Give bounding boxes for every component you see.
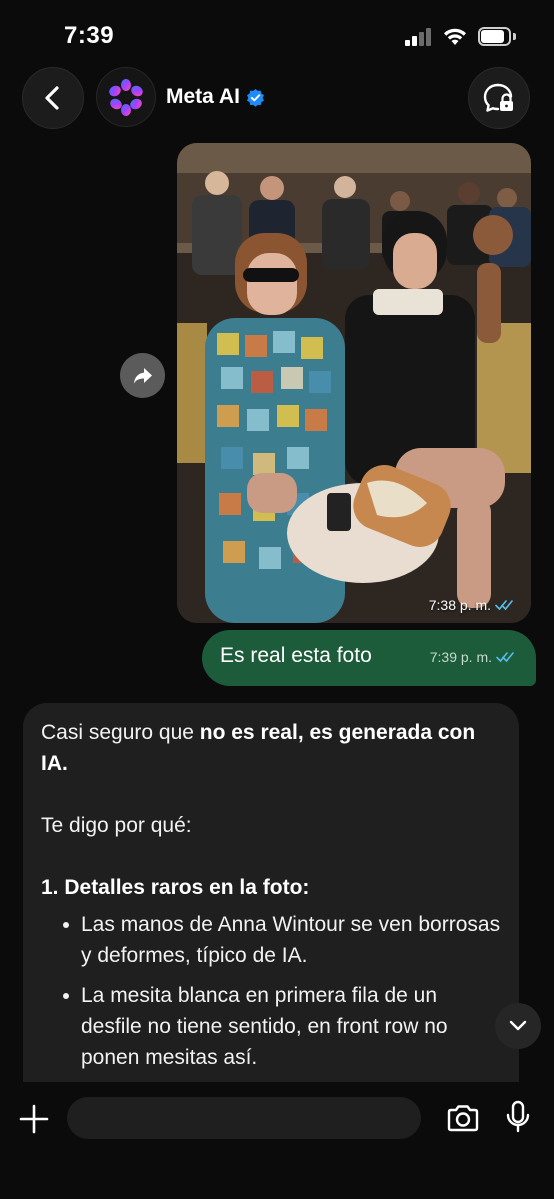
lock-chat-icon <box>483 83 513 112</box>
wifi-icon <box>444 28 466 45</box>
camera-icon <box>447 1105 479 1132</box>
meta-ai-logo-icon <box>109 79 143 116</box>
message-composer <box>0 1082 554 1199</box>
scroll-to-bottom-button[interactable] <box>495 1003 541 1049</box>
ai-intro: Casi seguro que no es real, es generada … <box>41 721 476 775</box>
contact-name: Meta AI <box>166 85 240 108</box>
microphone-button[interactable] <box>500 1097 536 1137</box>
chat-messages[interactable]: 7:38 p. m. Es real esta foto 7:39 p. m. … <box>0 140 554 1082</box>
ai-line-reason: Te digo por qué: <box>41 814 192 837</box>
sent-timestamp: 7:39 p. m. <box>430 649 516 665</box>
chevron-down-icon <box>509 1020 527 1031</box>
photo-timestamp: 7:38 p. m. <box>429 597 515 613</box>
battery-icon <box>478 27 516 46</box>
forward-arrow-icon <box>133 367 152 383</box>
attach-button[interactable] <box>14 1099 54 1139</box>
status-bar: 7:39 <box>0 0 554 66</box>
cellular-signal-icon <box>405 28 433 46</box>
back-button[interactable] <box>22 67 84 129</box>
ai-response-text: Casi seguro que no es real, es generada … <box>41 717 501 1073</box>
image-message[interactable]: 7:38 p. m. <box>177 143 531 623</box>
chat-header: Meta AI <box>0 66 554 130</box>
contact-title-area[interactable]: Meta AI <box>166 85 265 109</box>
list-item: La mesita blanca en primera fila de un d… <box>63 980 501 1073</box>
secure-chat-button[interactable] <box>468 67 530 129</box>
ai-response-message[interactable]: Casi seguro que no es real, es generada … <box>23 703 519 1082</box>
forward-button[interactable] <box>120 353 165 398</box>
microphone-icon <box>506 1100 530 1133</box>
camera-button[interactable] <box>444 1099 482 1137</box>
double-check-icon <box>495 600 513 611</box>
ai-section-title: 1. Detalles raros en la foto: <box>41 876 310 899</box>
fashion-show-photo <box>177 143 531 623</box>
message-input[interactable] <box>67 1097 421 1139</box>
double-check-icon <box>496 652 514 663</box>
sent-message[interactable]: Es real esta foto 7:39 p. m. <box>202 630 536 686</box>
list-item: Las manos de Anna Wintour se ven borrosa… <box>63 909 501 971</box>
plus-icon <box>19 1104 49 1134</box>
status-time: 7:39 <box>64 22 115 49</box>
sent-message-text: Es real esta foto <box>220 644 372 667</box>
ai-bullet-list: Las manos de Anna Wintour se ven borrosa… <box>41 909 501 1073</box>
meta-ai-avatar[interactable] <box>96 67 156 127</box>
chevron-left-icon <box>45 86 59 110</box>
verified-badge-icon <box>246 88 264 107</box>
